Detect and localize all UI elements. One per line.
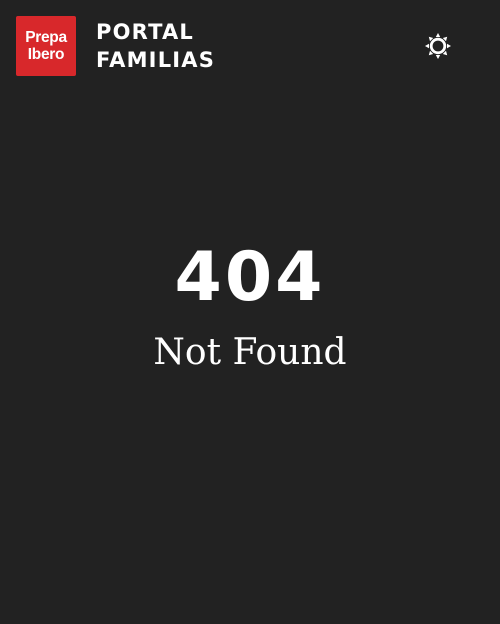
portal-title[interactable]: PORTAL FAMILIAS — [96, 18, 215, 74]
site-header: Prepa Ibero PORTAL FAMILIAS — [0, 0, 500, 92]
error-code: 404 — [174, 238, 326, 317]
theme-toggle-button[interactable] — [423, 31, 453, 61]
logo-line-2: Ibero — [27, 46, 65, 63]
main-content: 404 Not Found — [0, 92, 500, 624]
logo-line-1: Prepa — [25, 29, 67, 46]
portal-title-line-2: FAMILIAS — [96, 48, 216, 72]
prepa-ibero-logo[interactable]: Prepa Ibero — [16, 16, 76, 76]
portal-title-line-1: PORTAL — [96, 20, 194, 44]
error-message: Not Found — [153, 332, 347, 373]
sun-icon — [425, 33, 451, 59]
